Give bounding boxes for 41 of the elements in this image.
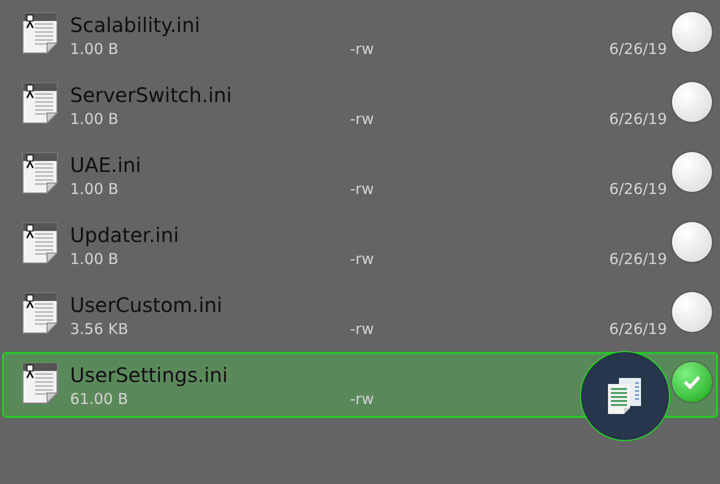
file-row[interactable]: Scalability.ini 1.00 B -rw 6/26/19	[2, 2, 718, 68]
document-icon	[22, 152, 58, 194]
file-permissions: -rw	[350, 250, 375, 268]
select-checkbox[interactable]	[672, 152, 712, 192]
file-size: 3.56 KB	[70, 320, 130, 338]
file-row[interactable]: UAE.ini 1.00 B -rw 6/26/19	[2, 142, 718, 208]
file-permissions: -rw	[350, 110, 375, 128]
file-date: 6/26/19	[608, 320, 667, 338]
file-date: 6/26/19	[608, 250, 667, 268]
file-name: Updater.ini	[70, 222, 180, 246]
file-size: 1.00 B	[70, 250, 120, 268]
file-row[interactable]: UserCustom.ini 3.56 KB -rw 6/26/19	[2, 282, 718, 348]
file-size: 61.00 B	[70, 390, 130, 408]
file-size: 1.00 B	[70, 40, 120, 58]
file-size: 1.00 B	[70, 110, 120, 128]
file-row[interactable]: Updater.ini 1.00 B -rw 6/26/19	[2, 212, 718, 278]
file-date: 6/26/19	[608, 110, 667, 128]
document-icon	[22, 12, 58, 54]
document-icon	[22, 222, 58, 264]
document-icon	[22, 362, 58, 404]
file-size: 1.00 B	[70, 180, 120, 198]
file-row[interactable]: ServerSwitch.ini 1.00 B -rw 6/26/19	[2, 72, 718, 138]
file-date: 6/26/19	[608, 180, 667, 198]
file-permissions: -rw	[350, 180, 375, 198]
select-checkbox[interactable]	[672, 292, 712, 332]
file-name: UAE.ini	[70, 152, 142, 176]
file-row[interactable]: UserSettings.ini 61.00 B -rw	[2, 352, 718, 418]
select-checkbox[interactable]	[672, 222, 712, 262]
file-name: Scalability.ini	[70, 12, 202, 36]
file-permissions: -rw	[350, 390, 375, 408]
file-name: UserCustom.ini	[70, 292, 224, 316]
file-date: 6/26/19	[608, 40, 667, 58]
document-icon	[22, 292, 58, 334]
file-name: UserSettings.ini	[70, 362, 229, 386]
select-checkbox[interactable]	[672, 82, 712, 122]
file-name: ServerSwitch.ini	[70, 82, 233, 106]
document-icon	[22, 82, 58, 124]
file-permissions: -rw	[350, 320, 375, 338]
select-checkbox[interactable]	[672, 362, 712, 402]
select-checkbox[interactable]	[672, 12, 712, 52]
file-permissions: -rw	[350, 40, 375, 58]
